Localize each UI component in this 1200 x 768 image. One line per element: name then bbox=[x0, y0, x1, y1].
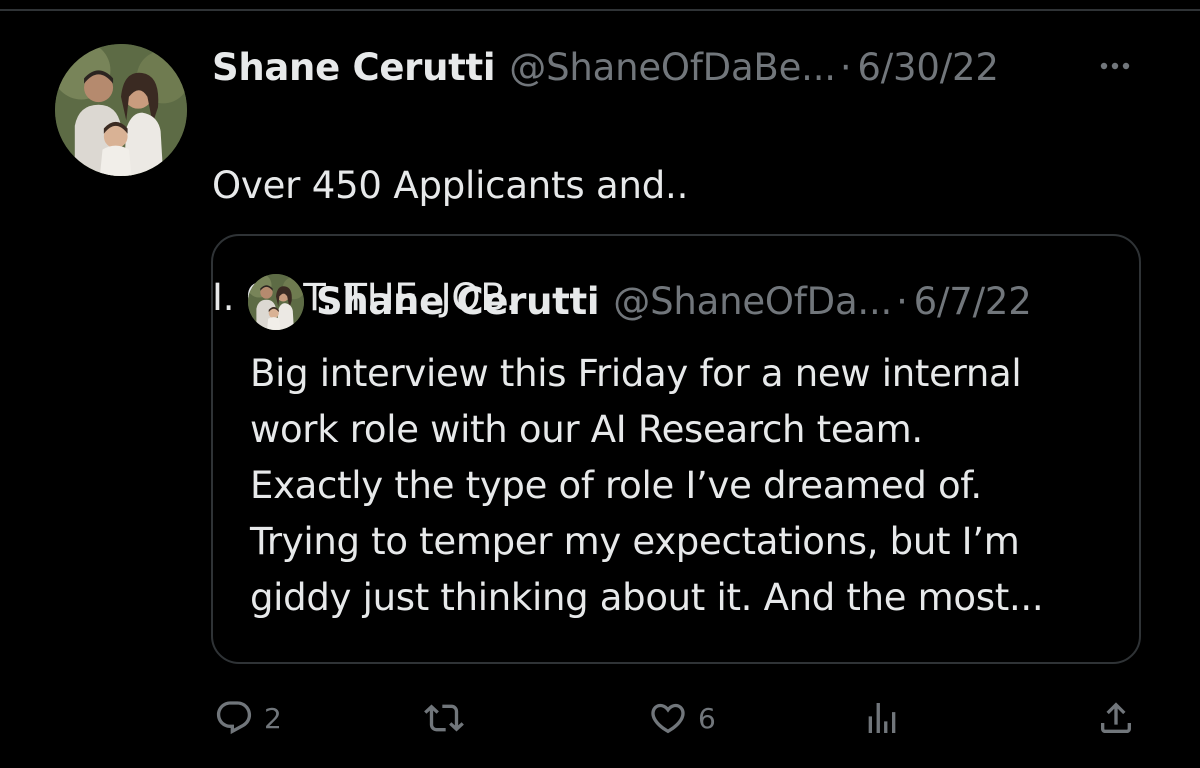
more-options-button[interactable] bbox=[1093, 48, 1137, 84]
heart-icon bbox=[651, 703, 685, 734]
tweet-header: Shane Cerutti @ShaneOfDaBe... · 6/30/22 bbox=[212, 40, 999, 96]
quoted-text-line: giddy just thinking about it. And the mo… bbox=[250, 576, 1044, 619]
reply-button[interactable]: 2 bbox=[214, 690, 282, 746]
quoted-text-line: work role with our AI Research team. bbox=[250, 408, 923, 451]
more-horizontal-icon bbox=[1100, 62, 1130, 70]
quoted-text-line: Trying to temper my expectations, but I’… bbox=[250, 520, 1020, 563]
views-chart-icon bbox=[868, 703, 896, 733]
profile-photo bbox=[248, 274, 304, 330]
author-name[interactable]: Shane Cerutti bbox=[212, 40, 496, 96]
quoted-text-line: Exactly the type of role I’ve dreamed of… bbox=[250, 464, 982, 507]
top-divider bbox=[0, 9, 1200, 11]
views-button[interactable] bbox=[862, 690, 912, 746]
quoted-text-line: Big interview this Friday for a new inte… bbox=[250, 352, 1022, 395]
reply-icon bbox=[216, 701, 252, 735]
author-avatar[interactable] bbox=[55, 44, 187, 176]
quoted-tweet-header: Shane Cerutti @ShaneOfDa... · 6/7/22 bbox=[316, 274, 1032, 330]
quoted-author-handle[interactable]: @ShaneOfDa... bbox=[613, 274, 892, 330]
share-icon bbox=[1101, 702, 1131, 733]
like-count: 6 bbox=[698, 701, 716, 735]
tweet-action-bar: 2 6 bbox=[0, 690, 1200, 746]
share-button[interactable] bbox=[1096, 690, 1136, 746]
header-separator: · bbox=[839, 46, 852, 89]
quoted-tweet-text: Big interview this Friday for a new inte… bbox=[250, 346, 1120, 626]
like-button[interactable]: 6 bbox=[648, 690, 716, 746]
tweet-text-line: Over 450 Applicants and.. bbox=[212, 164, 689, 207]
quoted-author-name[interactable]: Shane Cerutti bbox=[316, 274, 600, 330]
tweet-date[interactable]: 6/30/22 bbox=[857, 40, 998, 96]
profile-photo bbox=[55, 44, 187, 176]
quoted-author-avatar[interactable] bbox=[248, 274, 304, 330]
quoted-header-separator: · bbox=[896, 280, 908, 323]
reply-count: 2 bbox=[264, 701, 282, 735]
retweet-button[interactable] bbox=[424, 690, 474, 746]
quoted-tweet-date[interactable]: 6/7/22 bbox=[914, 274, 1032, 330]
author-handle[interactable]: @ShaneOfDaBe... bbox=[509, 40, 836, 96]
retweet-icon bbox=[424, 704, 464, 732]
